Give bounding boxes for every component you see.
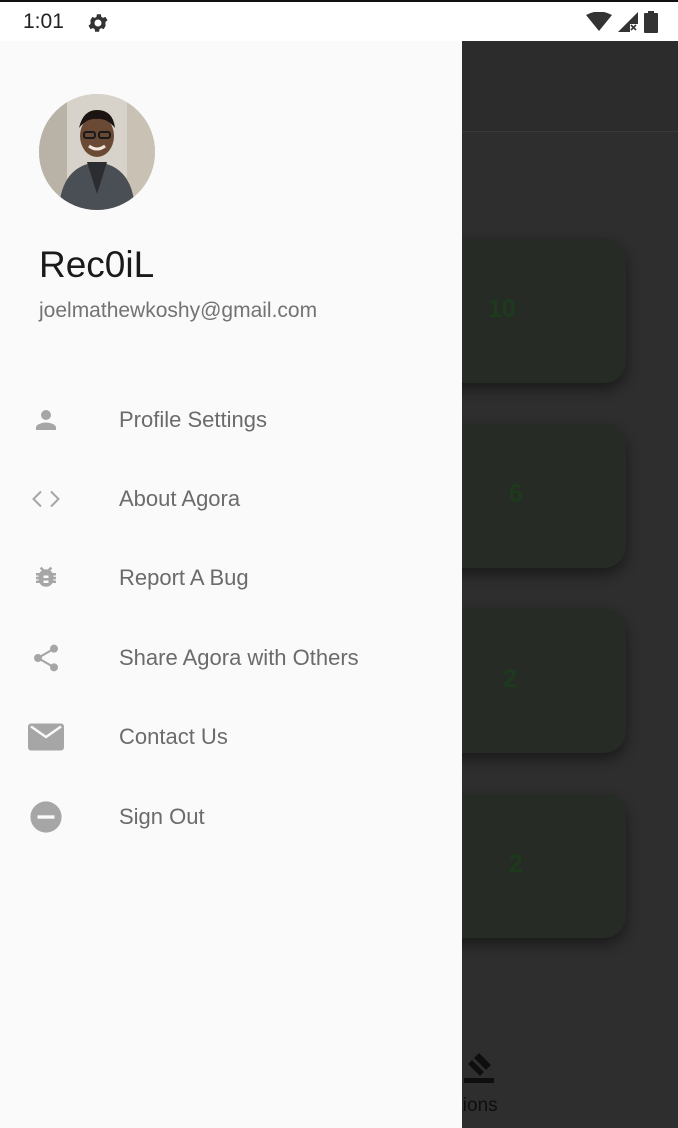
stat-card-value: 2: [509, 850, 523, 878]
menu-item-label: Sign Out: [119, 803, 205, 829]
menu-item-label: About Agora: [119, 486, 241, 512]
menu-item-label: Contact Us: [119, 724, 228, 750]
menu-item-label: Profile Settings: [119, 406, 267, 432]
gavel-icon: [464, 1053, 494, 1083]
menu-item-profile-settings[interactable]: Profile Settings: [0, 380, 462, 459]
user-name: Rec0iL: [39, 244, 155, 285]
menu-item-report-bug[interactable]: Report A Bug: [0, 539, 462, 618]
share-icon: [28, 640, 64, 676]
sign-out-icon: [28, 799, 64, 835]
signal-icon: [618, 12, 638, 32]
user-email: joelmathewkoshy@gmail.com: [39, 299, 318, 322]
navigation-drawer: Rec0iL joelmathewkoshy@gmail.com Profile…: [0, 41, 462, 1128]
code-icon: [28, 481, 64, 517]
screen: 1:01 10 6 2 2 ions Rec0iL joelmathewkosh…: [0, 0, 678, 1128]
status-time: 1:01: [23, 10, 64, 33]
battery-icon: [644, 11, 658, 33]
avatar-photo: [39, 94, 155, 210]
menu-item-share-agora[interactable]: Share Agora with Others: [0, 618, 462, 697]
status-icons: [586, 11, 658, 33]
menu-item-label: Share Agora with Others: [119, 644, 359, 670]
stat-card-value: 2: [503, 665, 517, 693]
menu-item-contact-us[interactable]: Contact Us: [0, 698, 462, 777]
person-icon: [28, 402, 64, 438]
bug-icon: [28, 560, 64, 596]
stat-card-value: 10: [488, 295, 516, 323]
status-bar: 1:01: [0, 0, 678, 41]
mail-icon: [28, 719, 64, 755]
menu-item-sign-out[interactable]: Sign Out: [0, 777, 462, 856]
avatar[interactable]: [39, 94, 155, 210]
bottom-nav-label: ctions: [462, 1095, 498, 1116]
wifi-icon: [586, 12, 612, 31]
drawer-menu: Profile Settings About Agora Report A Bu…: [0, 380, 462, 856]
stat-card-value: 6: [509, 480, 523, 508]
gear-icon: [88, 14, 108, 32]
menu-item-label: Report A Bug: [119, 565, 249, 591]
menu-item-about-agora[interactable]: About Agora: [0, 459, 462, 538]
